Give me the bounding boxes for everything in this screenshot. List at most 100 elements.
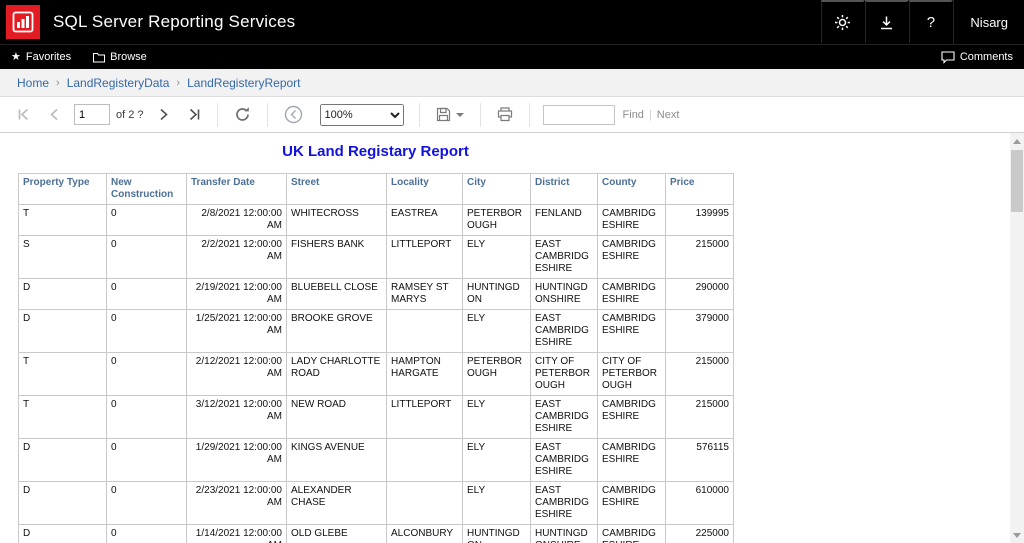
table-cell: 2/23/2021 12:00:00 AM bbox=[186, 481, 287, 525]
scroll-down-button[interactable] bbox=[1010, 528, 1024, 542]
toolbar-divider bbox=[266, 102, 268, 127]
table-cell: CAMBRIDGESHIRE bbox=[597, 235, 666, 279]
download-button[interactable] bbox=[865, 0, 910, 44]
table-cell: EAST CAMBRIDGESHIRE bbox=[530, 235, 598, 279]
column-header: District bbox=[530, 173, 598, 205]
table-row: D 0 1/25/2021 12:00:00 AM BROOKE GROVE ELY EA… bbox=[18, 309, 734, 353]
table-cell: ELY bbox=[462, 235, 531, 279]
table-cell: HUNTINGDON bbox=[462, 524, 531, 543]
table-cell: OLD GLEBE bbox=[286, 524, 387, 543]
table-cell: CITY OF PETERBOROUGH bbox=[530, 352, 598, 396]
chevron-right-icon bbox=[159, 108, 168, 121]
table-cell: ELY bbox=[462, 438, 531, 482]
find-next-button[interactable]: Next bbox=[657, 109, 680, 121]
table-cell: ELY bbox=[462, 481, 531, 525]
find-button[interactable]: Find bbox=[623, 109, 644, 121]
table-cell: 215000 bbox=[665, 352, 734, 396]
table-cell: 0 bbox=[106, 309, 187, 353]
toolbar-divider bbox=[418, 102, 420, 127]
comments-label: Comments bbox=[959, 51, 1013, 63]
column-header: Price bbox=[665, 173, 734, 205]
breadcrumb-home-link[interactable]: Home bbox=[17, 76, 49, 90]
comments-button[interactable]: Comments bbox=[930, 45, 1024, 69]
next-page-button[interactable] bbox=[148, 97, 179, 133]
ssrs-logo[interactable] bbox=[6, 5, 40, 39]
table-cell: HUNTINGDON bbox=[462, 278, 531, 310]
comment-bubble-icon bbox=[941, 50, 955, 64]
table-cell: ALCONBURY bbox=[386, 524, 463, 543]
breadcrumb-separator: › bbox=[176, 76, 181, 89]
settings-button[interactable] bbox=[821, 0, 866, 44]
table-cell: CAMBRIDGESHIRE bbox=[597, 438, 666, 482]
nav-item-favorites[interactable]: ★ Favorites bbox=[0, 45, 82, 69]
last-page-icon bbox=[189, 108, 199, 121]
table-cell: 139995 bbox=[665, 204, 734, 236]
table-cell: 576115 bbox=[665, 438, 734, 482]
table-row: T 0 2/12/2021 12:00:00 AM LADY CHARLOTTE RO… bbox=[18, 352, 734, 396]
refresh-button[interactable] bbox=[225, 97, 260, 133]
toolbar-divider bbox=[216, 102, 218, 127]
breadcrumb-current-report[interactable]: LandRegisteryReport bbox=[187, 76, 300, 90]
report-table: Property Type New Construction Transfer Da… bbox=[18, 173, 734, 543]
table-cell: LITTLEPORT bbox=[386, 235, 463, 279]
table-row: T 0 2/8/2021 12:00:00 AM WHITECROSS EASTREA P… bbox=[18, 204, 734, 236]
column-header: New Construction bbox=[106, 173, 187, 205]
table-row: D 0 1/29/2021 12:00:00 AM KINGS AVENUE ELY EA… bbox=[18, 438, 734, 482]
table-cell: WHITECROSS bbox=[286, 204, 387, 236]
table-cell: 290000 bbox=[665, 278, 734, 310]
back-to-parent-button[interactable] bbox=[275, 97, 312, 133]
gear-icon bbox=[835, 14, 851, 30]
table-cell: 1/14/2021 12:00:00 AM bbox=[186, 524, 287, 543]
first-page-button[interactable] bbox=[8, 97, 39, 133]
table-cell: KINGS AVENUE bbox=[286, 438, 387, 482]
refresh-icon bbox=[235, 107, 249, 121]
table-cell: S bbox=[18, 235, 107, 279]
table-cell bbox=[386, 481, 463, 525]
table-cell: 0 bbox=[106, 278, 187, 310]
app-title: SQL Server Reporting Services bbox=[53, 12, 296, 31]
scroll-thumb[interactable] bbox=[1011, 150, 1023, 212]
table-header-row: Property Type New Construction Transfer Da… bbox=[18, 173, 734, 205]
last-page-button[interactable] bbox=[179, 97, 210, 133]
table-cell: PETERBOROUGH bbox=[462, 204, 531, 236]
table-row: D01/14/2021 12:00:00 AMOLD GLEBEALCONBUR… bbox=[18, 524, 734, 543]
table-cell: LITTLEPORT bbox=[386, 395, 463, 439]
previous-page-button[interactable] bbox=[39, 97, 70, 133]
user-menu[interactable]: Nisarg bbox=[953, 0, 1024, 44]
table-cell: 215000 bbox=[665, 235, 734, 279]
breadcrumb-folder-link[interactable]: LandRegisteryData bbox=[67, 76, 170, 90]
page-number-input[interactable] bbox=[74, 104, 110, 125]
table-cell: CAMBRIDGESHIRE bbox=[597, 278, 666, 310]
export-button[interactable] bbox=[427, 97, 473, 133]
nav-item-browse[interactable]: Browse bbox=[82, 45, 158, 69]
print-button[interactable] bbox=[488, 97, 522, 133]
table-cell: D bbox=[18, 309, 107, 353]
table-cell: FISHERS BANK bbox=[286, 235, 387, 279]
favorites-label: Favorites bbox=[25, 51, 72, 63]
table-cell: HUNTINGDONSHIRE bbox=[530, 278, 598, 310]
table-cell: ALEXANDER CHASE bbox=[286, 481, 387, 525]
scroll-up-button[interactable] bbox=[1010, 134, 1024, 148]
folder-icon bbox=[93, 52, 106, 62]
zoom-select[interactable]: 100% bbox=[319, 103, 404, 126]
find-input[interactable] bbox=[542, 104, 615, 125]
report-table-body: T 0 2/8/2021 12:00:00 AM WHITECROSS EASTREA P… bbox=[18, 204, 734, 543]
table-cell: ELY bbox=[462, 309, 531, 353]
chevron-down-icon bbox=[455, 112, 464, 117]
report-scrollbar[interactable] bbox=[1010, 133, 1024, 543]
table-row: S 0 2/2/2021 12:00:00 AM FISHERS BANK LITTLE… bbox=[18, 235, 734, 279]
report-viewport: UK Land Registary Report Property Type Ne… bbox=[0, 133, 1024, 543]
table-cell: T bbox=[18, 204, 107, 236]
back-circle-icon bbox=[284, 105, 302, 124]
table-cell: 0 bbox=[106, 395, 187, 439]
top-bar: SQL Server Reporting Services ? Nisarg bbox=[0, 0, 1024, 44]
table-cell: CAMBRIDGESHIRE bbox=[597, 524, 666, 543]
help-icon: ? bbox=[926, 13, 936, 31]
table-cell: 0 bbox=[106, 481, 187, 525]
table-cell: CAMBRIDGESHIRE bbox=[597, 204, 666, 236]
table-cell: EAST CAMBRIDGESHIRE bbox=[530, 395, 598, 439]
table-cell: 0 bbox=[106, 438, 187, 482]
table-cell: 379000 bbox=[665, 309, 734, 353]
help-button[interactable]: ? bbox=[909, 0, 954, 44]
table-cell: ELY bbox=[462, 395, 531, 439]
